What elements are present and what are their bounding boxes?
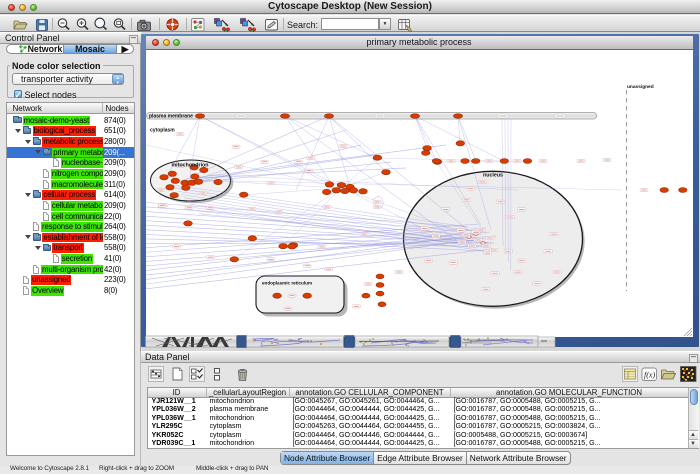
svg-text:plasma membrane: plasma membrane (149, 113, 193, 119)
svg-text:unassigned: unassigned (627, 84, 654, 90)
svg-text:cytoplasm: cytoplasm (150, 127, 175, 133)
svg-text:endoplasmic reticulum: endoplasmic reticulum (262, 280, 312, 285)
svg-text:f(x): f(x) (644, 371, 655, 380)
svg-text:mitochondrion: mitochondrion (171, 162, 208, 168)
svg-text:nucleus: nucleus (482, 172, 502, 178)
